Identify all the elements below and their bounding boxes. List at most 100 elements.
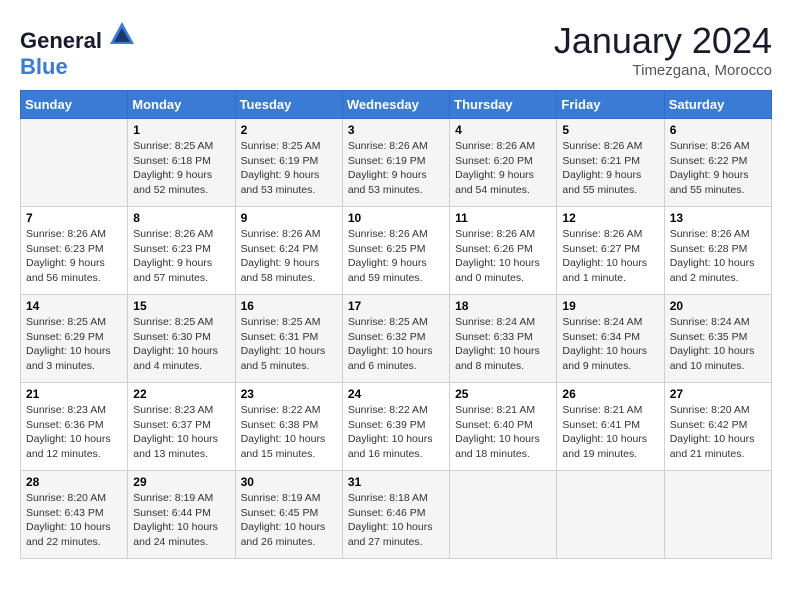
calendar-cell: 23Sunrise: 8:22 AMSunset: 6:38 PMDayligh… <box>235 383 342 471</box>
calendar-cell: 27Sunrise: 8:20 AMSunset: 6:42 PMDayligh… <box>664 383 771 471</box>
calendar-cell <box>664 471 771 559</box>
cell-content: Sunrise: 8:23 AMSunset: 6:37 PMDaylight:… <box>133 403 229 462</box>
week-row-2: 7 Sunrise: 8:26 AMSunset: 6:23 PMDaylight… <box>21 207 772 295</box>
day-number: 2 <box>241 123 337 137</box>
logo: General Blue <box>20 20 136 80</box>
logo-general: General <box>20 28 102 53</box>
cell-content: Sunrise: 8:26 AMSunset: 6:23 PMDaylight:… <box>133 227 229 286</box>
cell-content: Sunrise: 8:25 AMSunset: 6:18 PMDaylight:… <box>133 139 229 198</box>
page-header: General Blue January 2024 Timezgana, Mor… <box>20 20 772 80</box>
calendar-cell: 22 Sunrise: 8:23 AMSunset: 6:37 PMDayligh… <box>128 383 235 471</box>
day-number: 31 <box>348 475 444 489</box>
cell-content: Sunrise: 8:25 AMSunset: 6:29 PMDaylight:… <box>26 315 122 374</box>
week-row-1: 1 Sunrise: 8:25 AMSunset: 6:18 PMDaylight… <box>21 119 772 207</box>
cell-content: Sunrise: 8:26 AMSunset: 6:23 PMDaylight:… <box>26 227 122 286</box>
day-number: 18 <box>455 299 551 313</box>
day-number: 30 <box>241 475 337 489</box>
calendar-cell: 21Sunrise: 8:23 AMSunset: 6:36 PMDayligh… <box>21 383 128 471</box>
calendar-cell: 2Sunrise: 8:25 AMSunset: 6:19 PMDaylight… <box>235 119 342 207</box>
day-header-sunday: Sunday <box>21 91 128 119</box>
calendar-cell: 30 Sunrise: 8:19 AMSunset: 6:45 PMDayligh… <box>235 471 342 559</box>
calendar-cell: 15 Sunrise: 8:25 AMSunset: 6:30 PMDayligh… <box>128 295 235 383</box>
cell-content: Sunrise: 8:19 AMSunset: 6:44 PMDaylight:… <box>133 491 229 550</box>
calendar-cell: 25 Sunrise: 8:21 AMSunset: 6:40 PMDayligh… <box>450 383 557 471</box>
calendar-table: SundayMondayTuesdayWednesdayThursdayFrid… <box>20 90 772 559</box>
calendar-cell: 7 Sunrise: 8:26 AMSunset: 6:23 PMDaylight… <box>21 207 128 295</box>
day-number: 8 <box>133 211 229 225</box>
calendar-cell: 4 Sunrise: 8:26 AMSunset: 6:20 PMDaylight… <box>450 119 557 207</box>
calendar-cell: 17 Sunrise: 8:25 AMSunset: 6:32 PMDayligh… <box>342 295 449 383</box>
calendar-cell <box>557 471 664 559</box>
day-header-tuesday: Tuesday <box>235 91 342 119</box>
calendar-cell: 18 Sunrise: 8:24 AMSunset: 6:33 PMDayligh… <box>450 295 557 383</box>
calendar-cell <box>450 471 557 559</box>
day-number: 26 <box>562 387 658 401</box>
calendar-cell: 5Sunrise: 8:26 AMSunset: 6:21 PMDaylight… <box>557 119 664 207</box>
day-number: 9 <box>241 211 337 225</box>
day-number: 1 <box>133 123 229 137</box>
calendar-cell: 1 Sunrise: 8:25 AMSunset: 6:18 PMDaylight… <box>128 119 235 207</box>
calendar-cell: 20 Sunrise: 8:24 AMSunset: 6:35 PMDayligh… <box>664 295 771 383</box>
day-number: 28 <box>26 475 122 489</box>
cell-content: Sunrise: 8:24 AMSunset: 6:35 PMDaylight:… <box>670 315 766 374</box>
cell-content: Sunrise: 8:24 AMSunset: 6:33 PMDaylight:… <box>455 315 551 374</box>
day-header-monday: Monday <box>128 91 235 119</box>
day-number: 16 <box>241 299 337 313</box>
calendar-cell: 24 Sunrise: 8:22 AMSunset: 6:39 PMDayligh… <box>342 383 449 471</box>
day-number: 14 <box>26 299 122 313</box>
day-number: 24 <box>348 387 444 401</box>
logo-icon <box>108 20 136 48</box>
calendar-cell: 10Sunrise: 8:26 AMSunset: 6:25 PMDayligh… <box>342 207 449 295</box>
week-row-4: 21Sunrise: 8:23 AMSunset: 6:36 PMDayligh… <box>21 383 772 471</box>
cell-content: Sunrise: 8:26 AMSunset: 6:27 PMDaylight:… <box>562 227 658 286</box>
day-header-wednesday: Wednesday <box>342 91 449 119</box>
week-row-3: 14 Sunrise: 8:25 AMSunset: 6:29 PMDayligh… <box>21 295 772 383</box>
week-row-5: 28 Sunrise: 8:20 AMSunset: 6:43 PMDayligh… <box>21 471 772 559</box>
calendar-cell: 19Sunrise: 8:24 AMSunset: 6:34 PMDayligh… <box>557 295 664 383</box>
cell-content: Sunrise: 8:20 AMSunset: 6:43 PMDaylight:… <box>26 491 122 550</box>
calendar-cell: 3 Sunrise: 8:26 AMSunset: 6:19 PMDaylight… <box>342 119 449 207</box>
day-number: 21 <box>26 387 122 401</box>
cell-content: Sunrise: 8:21 AMSunset: 6:41 PMDaylight:… <box>562 403 658 462</box>
cell-content: Sunrise: 8:18 AMSunset: 6:46 PMDaylight:… <box>348 491 444 550</box>
cell-content: Sunrise: 8:22 AMSunset: 6:39 PMDaylight:… <box>348 403 444 462</box>
cell-content: Sunrise: 8:25 AMSunset: 6:30 PMDaylight:… <box>133 315 229 374</box>
day-number: 17 <box>348 299 444 313</box>
day-number: 15 <box>133 299 229 313</box>
calendar-cell: 12Sunrise: 8:26 AMSunset: 6:27 PMDayligh… <box>557 207 664 295</box>
day-number: 22 <box>133 387 229 401</box>
day-number: 23 <box>241 387 337 401</box>
cell-content: Sunrise: 8:19 AMSunset: 6:45 PMDaylight:… <box>241 491 337 550</box>
calendar-cell: 11Sunrise: 8:26 AMSunset: 6:26 PMDayligh… <box>450 207 557 295</box>
cell-content: Sunrise: 8:21 AMSunset: 6:40 PMDaylight:… <box>455 403 551 462</box>
calendar-cell: 16 Sunrise: 8:25 AMSunset: 6:31 PMDayligh… <box>235 295 342 383</box>
day-header-thursday: Thursday <box>450 91 557 119</box>
cell-content: Sunrise: 8:26 AMSunset: 6:19 PMDaylight:… <box>348 139 444 198</box>
logo-blue: Blue <box>20 54 68 79</box>
calendar-cell <box>21 119 128 207</box>
calendar-cell: 6Sunrise: 8:26 AMSunset: 6:22 PMDaylight… <box>664 119 771 207</box>
cell-content: Sunrise: 8:26 AMSunset: 6:24 PMDaylight:… <box>241 227 337 286</box>
day-number: 25 <box>455 387 551 401</box>
location: Timezgana, Morocco <box>554 62 772 79</box>
title-block: January 2024 Timezgana, Morocco <box>554 20 772 79</box>
cell-content: Sunrise: 8:26 AMSunset: 6:26 PMDaylight:… <box>455 227 551 286</box>
day-number: 6 <box>670 123 766 137</box>
day-number: 3 <box>348 123 444 137</box>
day-number: 13 <box>670 211 766 225</box>
calendar-cell: 31 Sunrise: 8:18 AMSunset: 6:46 PMDayligh… <box>342 471 449 559</box>
day-number: 4 <box>455 123 551 137</box>
cell-content: Sunrise: 8:26 AMSunset: 6:28 PMDaylight:… <box>670 227 766 286</box>
cell-content: Sunrise: 8:26 AMSunset: 6:20 PMDaylight:… <box>455 139 551 198</box>
cell-content: Sunrise: 8:25 AMSunset: 6:32 PMDaylight:… <box>348 315 444 374</box>
header-row: SundayMondayTuesdayWednesdayThursdayFrid… <box>21 91 772 119</box>
calendar-cell: 14 Sunrise: 8:25 AMSunset: 6:29 PMDayligh… <box>21 295 128 383</box>
calendar-cell: 8 Sunrise: 8:26 AMSunset: 6:23 PMDaylight… <box>128 207 235 295</box>
calendar-cell: 9 Sunrise: 8:26 AMSunset: 6:24 PMDaylight… <box>235 207 342 295</box>
day-number: 7 <box>26 211 122 225</box>
cell-content: Sunrise: 8:26 AMSunset: 6:25 PMDaylight:… <box>348 227 444 286</box>
calendar-cell: 29Sunrise: 8:19 AMSunset: 6:44 PMDayligh… <box>128 471 235 559</box>
day-header-friday: Friday <box>557 91 664 119</box>
day-number: 20 <box>670 299 766 313</box>
cell-content: Sunrise: 8:25 AMSunset: 6:31 PMDaylight:… <box>241 315 337 374</box>
